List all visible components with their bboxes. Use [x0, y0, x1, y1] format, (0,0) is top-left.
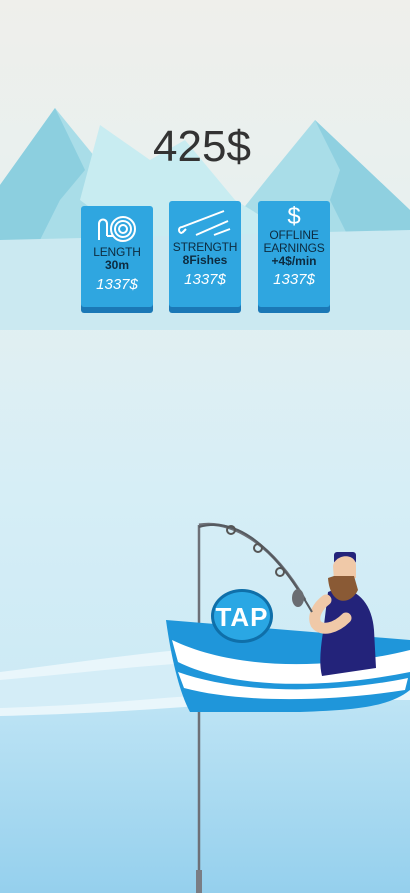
- upgrade-offline-earnings-button[interactable]: $ OFFLINE EARNINGS +4$/min 1337$: [258, 201, 330, 307]
- money-display: 425$: [153, 122, 251, 171]
- upgrade-value: 8Fishes: [182, 253, 228, 267]
- upgrade-price: 1337$: [96, 276, 138, 293]
- upgrade-value: +4$/min: [271, 254, 317, 268]
- upgrade-value: 30m: [104, 258, 130, 272]
- upgrade-price: 1337$: [184, 271, 226, 288]
- upgrade-price: 1337$: [273, 271, 315, 288]
- sea: [0, 690, 410, 893]
- tap-button[interactable]: TAP: [211, 589, 273, 643]
- upgrade-strength-button[interactable]: STRENGTH 8Fishes 1337$: [169, 201, 241, 307]
- dollar-icon: $: [287, 203, 301, 230]
- upgrade-length-button[interactable]: LENGTH 30m 1337$: [81, 206, 153, 307]
- rope-coil-icon: [98, 216, 136, 242]
- fishing-hook-icon: [178, 210, 231, 236]
